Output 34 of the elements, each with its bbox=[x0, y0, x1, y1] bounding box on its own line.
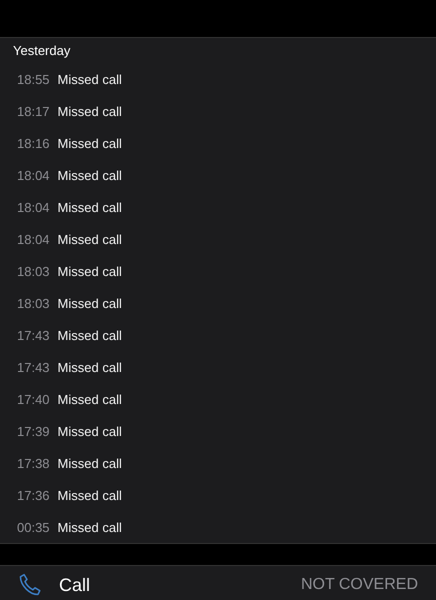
call-label: Missed call bbox=[58, 136, 122, 150]
call-label: Missed call bbox=[58, 392, 122, 406]
call-time: 17:39 bbox=[17, 424, 50, 438]
call-time: 18:04 bbox=[17, 232, 50, 246]
call-time: 18:04 bbox=[17, 200, 50, 214]
call-time: 17:43 bbox=[17, 360, 50, 374]
call-time: 17:43 bbox=[17, 328, 50, 342]
call-time: 18:03 bbox=[17, 264, 50, 278]
call-time: 18:16 bbox=[17, 136, 50, 150]
call-time: 18:55 bbox=[17, 72, 50, 86]
call-label: Missed call bbox=[58, 200, 122, 214]
call-label: Missed call bbox=[58, 520, 122, 534]
call-time: 17:36 bbox=[17, 488, 50, 502]
call-label: Missed call bbox=[58, 488, 122, 502]
call-label: Missed call bbox=[58, 424, 122, 438]
call-label: Missed call bbox=[58, 104, 122, 118]
section-title: Yesterday bbox=[12, 42, 72, 60]
call-label: Missed call bbox=[58, 296, 122, 310]
coverage-status: NOT COVERED bbox=[300, 576, 418, 594]
call-time: 18:03 bbox=[17, 296, 50, 310]
call-time: 18:17 bbox=[17, 104, 50, 118]
call-label: Missed call bbox=[58, 72, 122, 86]
call-label: Missed call bbox=[58, 328, 122, 342]
call-label: Missed call bbox=[58, 232, 122, 246]
call-time: 00:35 bbox=[17, 520, 50, 534]
call-time: 17:38 bbox=[17, 456, 50, 470]
call-time: 18:04 bbox=[17, 168, 50, 182]
call-label: Missed call bbox=[58, 264, 122, 278]
call-time: 17:40 bbox=[17, 392, 50, 406]
call-button[interactable]: Call bbox=[59, 574, 90, 596]
phone-icon[interactable] bbox=[17, 572, 43, 598]
call-label: Missed call bbox=[58, 456, 122, 470]
call-label: Missed call bbox=[58, 168, 122, 182]
call-label: Missed call bbox=[58, 360, 122, 374]
